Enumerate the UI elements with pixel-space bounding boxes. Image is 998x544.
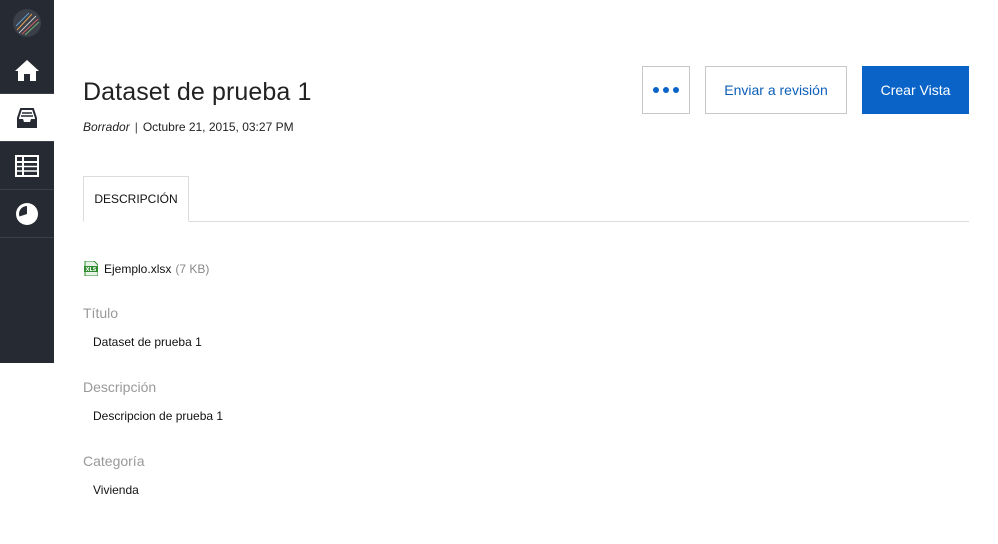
more-dots-icon	[653, 87, 679, 93]
status-text: Borrador	[83, 120, 130, 134]
tab-bar: DESCRIPCIÓN	[83, 176, 969, 222]
sidebar-item-datasets[interactable]	[0, 94, 54, 142]
datasets-inbox-icon	[17, 107, 37, 128]
create-view-button[interactable]: Crear Vista	[862, 66, 969, 114]
sidebar-item-tables[interactable]	[0, 142, 54, 190]
home-icon	[15, 59, 39, 81]
logo-icon	[13, 9, 41, 37]
file-name[interactable]: Ejemplo.xlsx	[104, 262, 171, 276]
svg-text:XLS: XLS	[86, 267, 97, 273]
modified-date: Octubre 21, 2015, 03:27 PM	[142, 120, 294, 134]
sidebar	[0, 0, 54, 363]
field-value-title: Dataset de prueba 1	[93, 335, 202, 349]
field-label-title: Título	[83, 305, 119, 321]
sidebar-item-charts[interactable]	[0, 190, 54, 238]
sidebar-item-home[interactable]	[0, 46, 54, 94]
table-icon	[15, 154, 39, 177]
field-value-category: Vivienda	[93, 483, 139, 497]
field-label-description: Descripción	[83, 379, 157, 395]
sidebar-logo[interactable]	[0, 0, 54, 46]
field-label-category: Categoría	[83, 453, 145, 469]
dataset-meta: Borrador | Octubre 21, 2015, 03:27 PM	[83, 120, 294, 134]
field-value-description: Descripcion de prueba 1	[93, 409, 224, 423]
page-title: Dataset de prueba 1	[83, 78, 312, 106]
send-to-review-button[interactable]: Enviar a revisión	[705, 66, 847, 114]
more-options-button[interactable]	[642, 66, 690, 114]
xls-file-icon: XLS	[84, 261, 98, 276]
meta-separator: |	[134, 120, 138, 134]
tab-description[interactable]: DESCRIPCIÓN	[83, 176, 189, 222]
file-attachment[interactable]: XLS Ejemplo.xlsx (7 KB)	[84, 261, 209, 276]
pie-chart-icon	[16, 202, 38, 225]
file-size: (7 KB)	[175, 261, 210, 276]
